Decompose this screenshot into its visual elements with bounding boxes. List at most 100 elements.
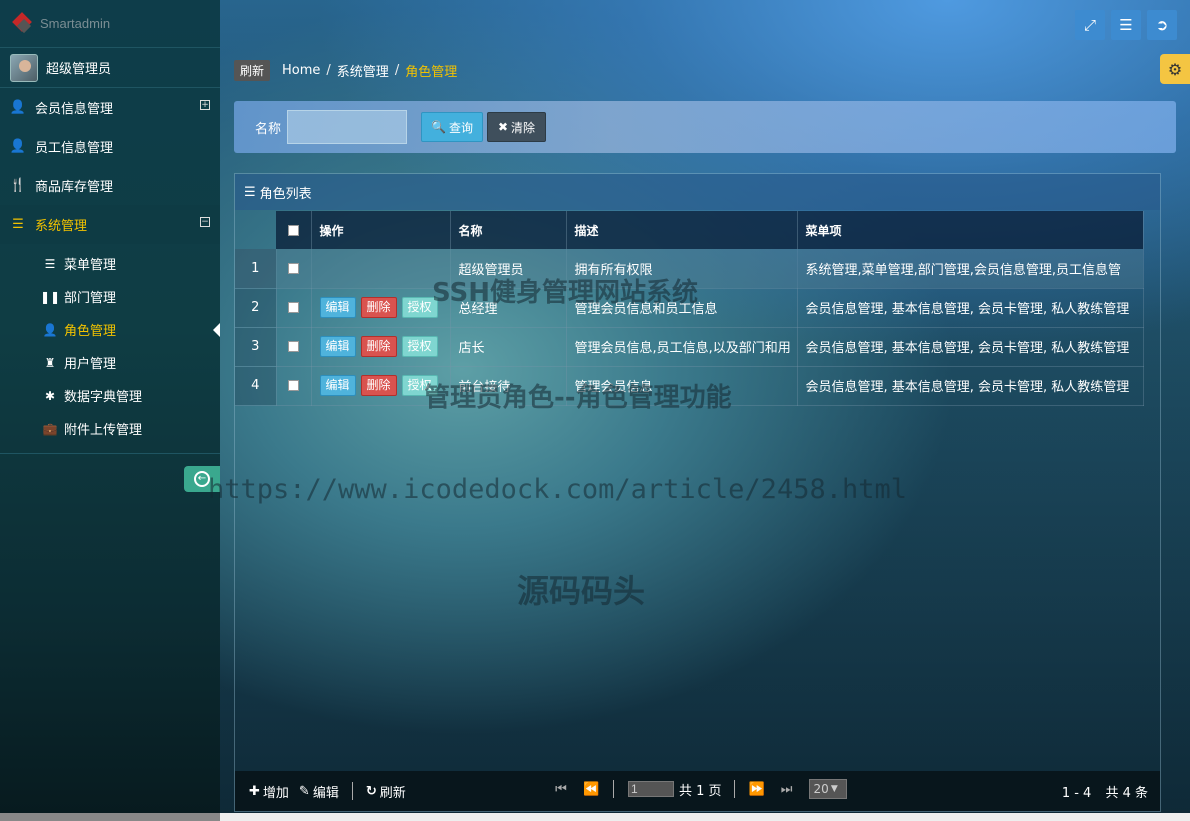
footer-refresh-button[interactable]: ↻ 刷新 — [366, 782, 406, 801]
row-number: 3 — [235, 327, 276, 366]
role-menu-items: 系统管理,菜单管理,部门管理,会员信息管理,员工信息管 — [797, 249, 1143, 288]
sidebar-item-attachment[interactable]: 💼 附件上传管理 — [0, 412, 220, 445]
sidebar-item-dictionary[interactable]: ✱ 数据字典管理 — [0, 379, 220, 412]
sidebar-subitem-label: 部门管理 — [64, 287, 116, 306]
page-total: 共 1 页 — [679, 780, 722, 799]
sidebar-item-member-info[interactable]: 👤 会员信息管理 + — [0, 88, 220, 127]
first-page-icon[interactable]: ⏮ — [553, 782, 569, 797]
row-number: 1 — [235, 249, 276, 288]
clear-button[interactable]: ✖ 清除 — [487, 112, 546, 142]
sidebar-item-inventory[interactable]: 🍴 商品库存管理 — [0, 166, 220, 205]
last-page-icon[interactable]: ⏭ — [779, 782, 795, 797]
user-icon: 👤 — [10, 100, 26, 116]
breadcrumb-separator: / — [326, 63, 330, 78]
select-all-header — [276, 211, 311, 249]
delete-row-button[interactable]: 删除 — [361, 336, 397, 357]
column-header-name[interactable]: 名称 — [450, 211, 566, 249]
breadcrumb-home[interactable]: Home — [282, 63, 320, 78]
sidebar-item-label: 员工信息管理 — [35, 137, 113, 156]
briefcase-icon: 💼 — [43, 422, 57, 436]
logo-icon — [12, 13, 34, 35]
logo[interactable]: Smartadmin — [0, 0, 220, 48]
pause-icon: ❚❚ — [43, 290, 57, 304]
user-icon: 👤 — [43, 323, 57, 337]
close-icon: ✖ — [498, 120, 508, 134]
logout-button[interactable]: ➲ — [1147, 10, 1177, 40]
edit-row-button[interactable]: 编辑 — [320, 375, 356, 396]
bottom-strip — [220, 813, 1190, 821]
grid-title-bar: ☰ 角色列表 — [235, 174, 1160, 210]
grid-footer: ✚ 增加 ✎ 编辑 ↻ 刷新 ⏮ ⏪ 共 1 页 ⏩ ⏭ 20 ▼ 1 - — [235, 771, 1160, 811]
clear-button-label: 清除 — [511, 119, 535, 136]
refresh-button[interactable]: 刷新 — [234, 60, 270, 81]
search-icon: 🔍 — [431, 120, 446, 134]
sidebar-item-label: 系统管理 — [35, 215, 87, 234]
sidebar-item-user[interactable]: ♜ 用户管理 — [0, 346, 220, 379]
sidebar-subitem-label: 菜单管理 — [64, 254, 116, 273]
column-header-description[interactable]: 描述 — [566, 211, 797, 249]
list-icon: ☰ — [10, 217, 26, 233]
edit-button-label: 编辑 — [313, 782, 339, 801]
query-button[interactable]: 🔍 查询 — [421, 112, 483, 142]
fullscreen-button[interactable]: ⤢ — [1075, 10, 1105, 40]
page-size-select[interactable]: 20 ▼ — [809, 779, 847, 799]
sidebar-item-employee-info[interactable]: 👤 员工信息管理 — [0, 127, 220, 166]
page-number-input[interactable] — [628, 781, 674, 797]
role-description: 管理会员信息,员工信息,以及部门和用 — [566, 327, 797, 366]
watermark-url: https://www.icodedock.com/article/2458.h… — [208, 474, 907, 505]
grid-title: 角色列表 — [260, 183, 312, 202]
logout-icon: ➲ — [1156, 16, 1169, 34]
row-checkbox-cell — [276, 366, 311, 405]
query-button-label: 查询 — [449, 119, 473, 136]
edit-row-button[interactable]: 编辑 — [320, 336, 356, 357]
row-checkbox-cell — [276, 249, 311, 288]
watermark-source: 源码码头 — [517, 566, 645, 612]
collapse-icon[interactable]: − — [200, 217, 210, 227]
row-checkbox-cell — [276, 288, 311, 327]
row-checkbox[interactable] — [288, 341, 299, 352]
sidebar-item-menu[interactable]: ☰ 菜单管理 — [0, 247, 220, 280]
breadcrumb-current: 角色管理 — [405, 61, 457, 80]
toolbar-divider — [352, 782, 353, 800]
edit-button[interactable]: ✎ 编辑 — [299, 782, 339, 801]
settings-button[interactable]: ⚙ — [1160, 54, 1190, 84]
prev-page-icon[interactable]: ⏪ — [583, 782, 599, 797]
authorize-row-button[interactable]: 授权 — [402, 336, 438, 357]
row-checkbox-cell — [276, 327, 311, 366]
delete-row-button[interactable]: 删除 — [361, 297, 397, 318]
role-name: 店长 — [450, 327, 566, 366]
select-all-checkbox[interactable] — [288, 225, 299, 236]
column-header-menu[interactable]: 菜单项 — [797, 211, 1143, 249]
menu-toggle-button[interactable]: ☰ — [1111, 10, 1141, 40]
row-number-header — [235, 211, 276, 249]
next-page-icon[interactable]: ⏩ — [749, 782, 765, 797]
user-info[interactable]: 超级管理员 — [0, 48, 220, 88]
pager: ⏮ ⏪ 共 1 页 ⏩ ⏭ 20 ▼ — [553, 779, 847, 799]
table-row[interactable]: 3编辑删除授权店长管理会员信息,员工信息,以及部门和用会员信息管理, 基本信息管… — [235, 327, 1143, 366]
delete-row-button[interactable]: 删除 — [361, 375, 397, 396]
gear-icon: ⚙ — [1168, 60, 1182, 79]
sidebar-item-role[interactable]: 👤 角色管理 — [0, 313, 220, 346]
pager-divider — [734, 780, 735, 798]
expand-icon[interactable]: + — [200, 100, 210, 110]
avatar — [10, 54, 38, 82]
row-checkbox[interactable] — [288, 380, 299, 391]
row-actions — [311, 249, 450, 288]
edit-row-button[interactable]: 编辑 — [320, 297, 356, 318]
logo-text: Smartadmin — [40, 16, 110, 31]
chevron-down-icon: ▼ — [831, 784, 838, 794]
add-button[interactable]: ✚ 增加 — [249, 782, 289, 801]
sidebar-item-system[interactable]: ☰ 系统管理 − — [0, 205, 220, 244]
row-checkbox[interactable] — [288, 263, 299, 274]
sidebar-bottom-strip — [0, 813, 220, 821]
row-number: 2 — [235, 288, 276, 327]
row-actions: 编辑删除授权 — [311, 288, 450, 327]
row-checkbox[interactable] — [288, 302, 299, 313]
name-search-input[interactable] — [287, 110, 407, 144]
column-header-actions[interactable]: 操作 — [311, 211, 450, 249]
breadcrumb-system[interactable]: 系统管理 — [337, 61, 389, 80]
plus-icon: ✚ — [249, 784, 260, 799]
sidebar-item-label: 商品库存管理 — [35, 176, 113, 195]
sidebar-item-department[interactable]: ❚❚ 部门管理 — [0, 280, 220, 313]
tower-icon: ♜ — [43, 356, 57, 370]
